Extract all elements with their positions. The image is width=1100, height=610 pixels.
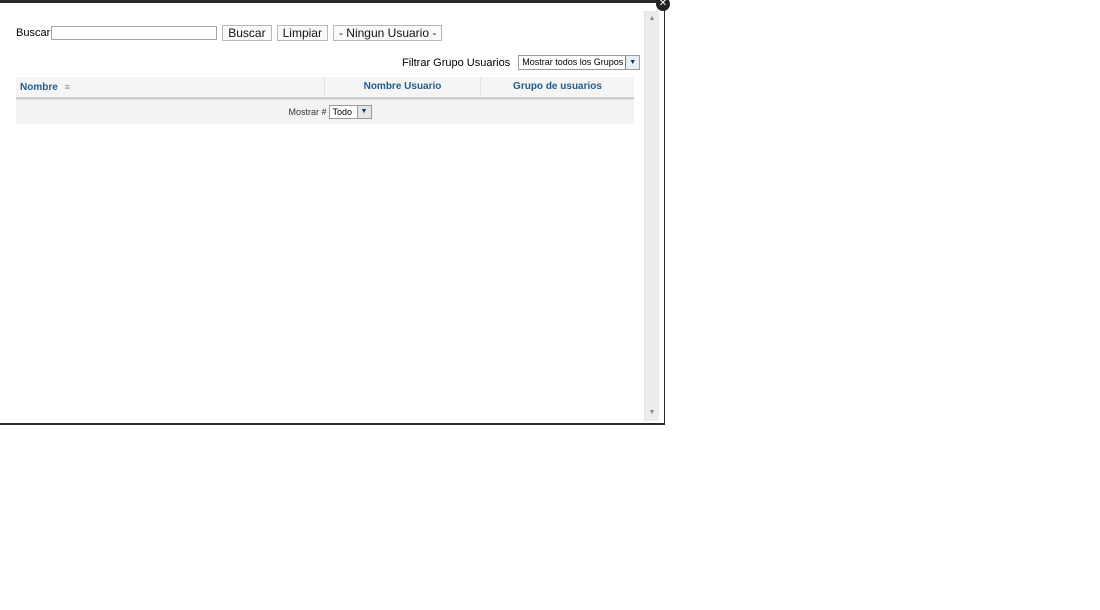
chevron-down-icon[interactable]: ▼ [356, 106, 371, 118]
column-header-username[interactable]: Nombre Usuario [325, 77, 481, 97]
group-filter-select[interactable]: Mostrar todos los Grupos ▼ [518, 55, 641, 70]
clear-button[interactable]: Limpiar [276, 25, 328, 41]
search-row: Buscar Buscar Limpiar - Ningun Usuario - [16, 23, 443, 43]
display-count-select[interactable]: Todo ▼ [328, 105, 372, 119]
chevron-down-icon[interactable]: ▼ [625, 56, 640, 69]
group-filter-row: Filtrar Grupo Usuarios Mostrar todos los… [402, 55, 641, 70]
vertical-scrollbar[interactable]: ▲ ▼ [644, 11, 659, 421]
scroll-down-icon[interactable]: ▼ [645, 407, 659, 419]
display-count-value: Todo [332, 107, 353, 117]
group-filter-value: Mostrar todos los Grupos [522, 57, 624, 67]
search-label: Buscar [16, 27, 51, 39]
column-header-user-group[interactable]: Grupo de usuarios [481, 77, 634, 97]
sort-ascending-icon: ≡ [64, 82, 70, 92]
search-button[interactable]: Buscar [222, 25, 272, 41]
scroll-up-icon[interactable]: ▲ [645, 13, 659, 25]
column-header-name-label: Nombre [20, 82, 58, 93]
display-count-label: Mostrar # [288, 107, 327, 117]
grid-header: Nombre ≡ Nombre Usuario Grupo de usuario… [16, 77, 634, 99]
search-input[interactable] [51, 26, 218, 40]
close-icon[interactable]: ✕ [656, 0, 670, 11]
no-user-button[interactable]: - Ningun Usuario - [332, 25, 443, 41]
grid-footer: Mostrar # Todo ▼ [16, 99, 634, 124]
column-header-name[interactable]: Nombre ≡ [16, 77, 325, 97]
group-filter-label: Filtrar Grupo Usuarios [402, 56, 511, 69]
users-grid: Nombre ≡ Nombre Usuario Grupo de usuario… [16, 77, 634, 124]
user-select-modal: ✕ ▲ ▼ Buscar Buscar Limpiar - Ningun Usu… [0, 0, 670, 425]
